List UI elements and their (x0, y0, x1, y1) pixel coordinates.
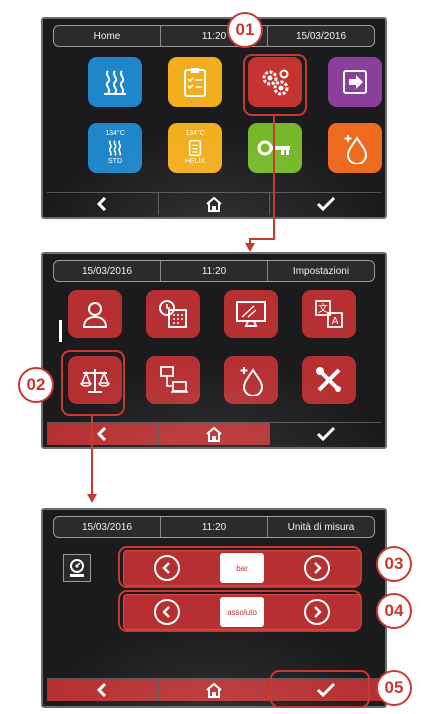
calendar-clock-icon (159, 300, 187, 328)
bottom-navbar (47, 422, 381, 445)
checkmark-icon (316, 196, 335, 212)
calendar-settings-tile[interactable] (146, 290, 200, 338)
current-date: 15/03/2016 (54, 261, 161, 281)
chevron-left-icon (97, 427, 107, 441)
maintenance-settings-tile[interactable] (302, 356, 356, 404)
back-button[interactable] (47, 193, 159, 215)
water-tile[interactable] (328, 123, 382, 173)
exit-icon (343, 70, 367, 94)
language-settings-tile[interactable]: 文A (302, 290, 356, 338)
water-settings-tile[interactable] (224, 356, 278, 404)
home-button[interactable] (158, 679, 271, 701)
water-drop-plus-icon (240, 367, 264, 396)
checklist-tile[interactable] (168, 57, 222, 107)
confirm-button[interactable] (270, 423, 381, 445)
callout-01: 01 (227, 12, 263, 48)
status-bar: 15/03/2016 11:20 Impostazioni (53, 260, 375, 282)
callout-03: 03 (376, 546, 412, 582)
exit-tile[interactable] (328, 57, 382, 107)
sterilization-icon (104, 70, 126, 95)
screen-title: Unità di misura (287, 521, 355, 533)
clock-time: 11:20 (161, 261, 268, 281)
pressure-gauge-icon (63, 554, 91, 582)
current-date: 15/03/2016 (54, 517, 161, 537)
current-date: 15/03/2016 (295, 30, 347, 42)
scroll-indicator[interactable] (59, 320, 62, 342)
user-icon (82, 302, 108, 328)
arrow-line-1 (273, 116, 275, 240)
language-icon: 文A (315, 300, 343, 328)
screen-title: Home (54, 26, 161, 46)
network-icon (160, 366, 188, 393)
home-screen: Home 11:20 15/03/2016 134°C STD 134°C HE… (41, 17, 387, 219)
arrow-head-2 (87, 494, 97, 503)
measurement-units-highlight (61, 350, 125, 416)
chevron-left-icon (97, 683, 107, 697)
settings-highlight (243, 54, 307, 116)
arrow-head-1 (245, 243, 255, 252)
pressure-unit-highlight (118, 546, 362, 588)
status-bar: Home 11:20 15/03/2016 (53, 25, 375, 47)
key-tile[interactable] (248, 123, 302, 173)
home-icon (206, 196, 222, 212)
key-icon (257, 140, 290, 156)
back-button[interactable] (47, 679, 159, 701)
bottom-navbar (47, 192, 381, 215)
confirm-highlight (270, 670, 370, 708)
home-icon (206, 682, 222, 698)
svg-text:A: A (332, 316, 339, 327)
helix-label: HELIX (184, 158, 206, 165)
tools-icon (316, 367, 341, 392)
status-bar: 15/03/2016 11:20 Unità di misura (53, 516, 375, 538)
chevron-left-icon (97, 197, 107, 211)
helix-temperature: 134°C (185, 130, 205, 137)
water-drop-plus-icon (344, 135, 368, 164)
arrow-line-2 (91, 416, 93, 496)
std-cycle-icon (108, 140, 122, 156)
home-button[interactable] (159, 193, 271, 215)
pressure-type-highlight (118, 590, 362, 632)
arrow-line-1b (249, 238, 275, 240)
std-temperature: 134°C (105, 130, 125, 137)
screen-title: Impostazioni (292, 265, 350, 277)
checklist-icon (184, 68, 206, 97)
home-button[interactable] (158, 423, 271, 445)
home-icon (206, 426, 222, 442)
std-cycle-tile[interactable]: 134°C STD (88, 123, 142, 173)
helix-cycle-tile[interactable]: 134°C HELIX (168, 123, 222, 173)
helix-cycle-icon (188, 139, 202, 157)
confirm-button[interactable] (270, 193, 381, 215)
callout-05: 05 (376, 670, 412, 706)
back-button[interactable] (47, 423, 159, 445)
sterilization-tile[interactable] (88, 57, 142, 107)
callout-02: 02 (18, 367, 54, 403)
checkmark-icon (316, 426, 335, 442)
network-settings-tile[interactable] (146, 356, 200, 404)
display-settings-tile[interactable] (224, 290, 278, 338)
user-settings-tile[interactable] (68, 290, 122, 338)
monitor-icon (236, 301, 266, 327)
callout-04: 04 (376, 593, 412, 629)
svg-text:文: 文 (318, 302, 328, 315)
clock-time: 11:20 (161, 517, 268, 537)
std-label: STD (108, 158, 122, 165)
